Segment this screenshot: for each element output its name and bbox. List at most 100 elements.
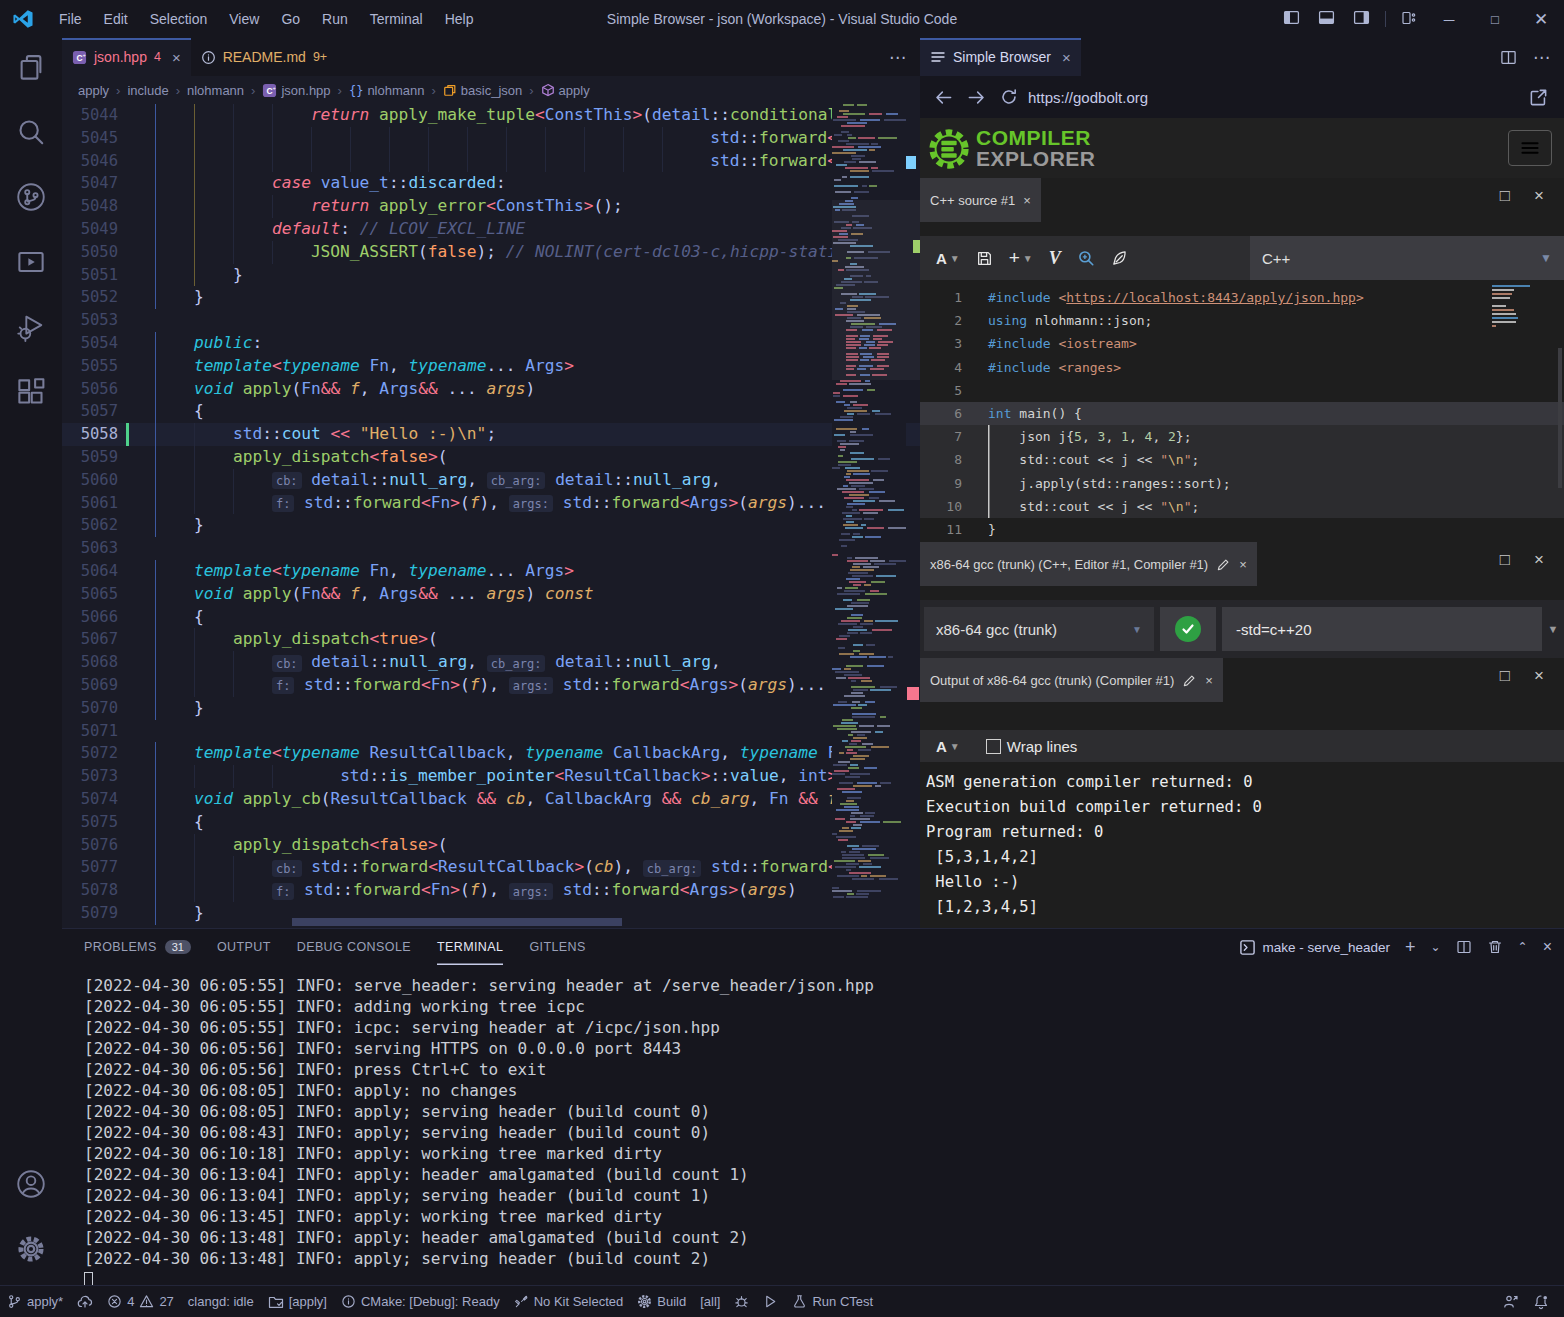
terminal-output[interactable]: [2022-04-30 06:05:55] INFO: serve_header…	[84, 975, 874, 1290]
status-debug-target[interactable]	[727, 1286, 756, 1317]
breadcrumb-item[interactable]: apply	[78, 83, 109, 98]
maximize-icon[interactable]: □	[1500, 186, 1510, 206]
close-panel-icon[interactable]: ×	[1543, 938, 1552, 956]
font-size-tool[interactable]: A▼	[936, 250, 960, 267]
maximize-icon[interactable]: □	[1500, 550, 1510, 570]
debug-icon[interactable]	[0, 298, 62, 356]
status-feedback[interactable]	[1496, 1294, 1526, 1310]
maximize-panel-icon[interactable]: ⌃	[1518, 940, 1528, 954]
code-editor[interactable]: 5044return apply_make_tuple<ConstThis>(d…	[62, 104, 920, 928]
terminal-dropdown-icon[interactable]: ⌄	[1431, 940, 1441, 954]
breadcrumb-item[interactable]: {}nlohmann	[349, 83, 425, 98]
editor-more-actions[interactable]: ⋯	[889, 38, 920, 76]
menu-terminal[interactable]: Terminal	[359, 0, 434, 38]
reload-icon[interactable]	[1000, 88, 1018, 106]
rename-icon[interactable]	[1216, 557, 1231, 572]
close-button[interactable]: ✕	[1518, 0, 1564, 38]
account-icon[interactable]	[0, 1155, 62, 1213]
panel-tab-problems[interactable]: PROBLEMS31	[84, 929, 191, 965]
menu-go[interactable]: Go	[270, 0, 311, 38]
tab-json.hpp[interactable]: C+json.hpp4×	[62, 38, 191, 76]
save-icon[interactable]	[976, 250, 993, 267]
ce-source-editor[interactable]: 1#include <https://localhost:8443/apply/…	[920, 280, 1564, 542]
options-dropdown-icon[interactable]: ▼	[1542, 623, 1564, 635]
source-control-icon[interactable]	[0, 168, 62, 226]
editor-horizontal-scrollbar[interactable]	[292, 918, 622, 926]
status-run-ctest[interactable]: Run CTest	[785, 1286, 880, 1317]
toggle-panel-icon[interactable]	[1318, 9, 1335, 29]
split-editor-icon[interactable]	[1500, 49, 1517, 66]
status-kit-selection[interactable]: No Kit Selected	[507, 1286, 631, 1317]
menu-run[interactable]: Run	[311, 0, 359, 38]
breadcrumb-item[interactable]: basic_json	[443, 83, 522, 98]
close-icon[interactable]: ×	[172, 49, 181, 66]
close-icon[interactable]: ×	[1534, 666, 1544, 686]
ce-source-scrollbar[interactable]	[1558, 348, 1562, 488]
status-launch-target[interactable]	[756, 1286, 785, 1317]
wrap-lines-checkbox[interactable]	[986, 739, 1001, 754]
quick-links-icon[interactable]	[1111, 249, 1129, 267]
forward-icon[interactable]	[967, 88, 986, 107]
close-icon[interactable]: ×	[1062, 49, 1071, 66]
more-actions-icon[interactable]: ⋯	[1533, 47, 1550, 68]
breadcrumb[interactable]: apply›include›nlohmann›C+json.hpp›{}nloh…	[62, 76, 920, 104]
status-active-folder[interactable]: [apply]	[261, 1286, 334, 1317]
rename-icon[interactable]	[1182, 673, 1197, 688]
status-build-target[interactable]: [all]	[693, 1286, 727, 1317]
open-external-icon[interactable]	[1529, 88, 1548, 107]
status-build[interactable]: Build	[630, 1286, 693, 1317]
settings-gear-icon[interactable]	[0, 1220, 62, 1278]
add-pane-tool[interactable]: +▼	[1009, 247, 1033, 269]
zoom-icon[interactable]	[1077, 249, 1095, 267]
breadcrumb-item[interactable]: include	[127, 83, 168, 98]
menu-file[interactable]: File	[48, 0, 93, 38]
close-icon[interactable]: ×	[1205, 673, 1213, 688]
extensions-icon[interactable]	[0, 363, 62, 421]
toggle-secondary-sidebar-icon[interactable]	[1353, 9, 1370, 29]
preview-icon[interactable]	[0, 233, 62, 291]
customize-layout-icon[interactable]	[1401, 10, 1417, 29]
menu-help[interactable]: Help	[434, 0, 485, 38]
status-git-branch[interactable]: apply*	[0, 1286, 70, 1317]
terminal-instance[interactable]: make - serve_header	[1239, 939, 1390, 956]
breadcrumb-item[interactable]: apply	[541, 83, 590, 98]
maximize-icon[interactable]: □	[1500, 666, 1510, 686]
maximize-button[interactable]: □	[1472, 0, 1518, 38]
close-icon[interactable]: ×	[1534, 186, 1544, 206]
vim-mode-tool[interactable]: V	[1049, 248, 1061, 269]
panel-tab-debug-console[interactable]: DEBUG CONSOLE	[297, 929, 411, 965]
compiler-select[interactable]: x86-64 gcc (trunk) ▼	[924, 607, 1154, 651]
hamburger-menu-icon[interactable]	[1508, 130, 1552, 166]
menu-view[interactable]: View	[218, 0, 270, 38]
editor-overview-ruler[interactable]	[906, 104, 920, 928]
close-icon[interactable]: ×	[1534, 550, 1544, 570]
panel-tab-gitlens[interactable]: GITLENS	[529, 929, 585, 965]
split-terminal-icon[interactable]	[1456, 939, 1472, 955]
files-icon[interactable]	[0, 38, 62, 96]
status-notifications[interactable]	[1526, 1294, 1556, 1310]
source-pane-tab[interactable]: C++ source #1 ×	[920, 178, 1041, 222]
language-select[interactable]: C++ ▼	[1250, 236, 1564, 280]
close-icon[interactable]: ×	[1239, 557, 1247, 572]
menu-edit[interactable]: Edit	[93, 0, 139, 38]
output-pane-tab[interactable]: Output of x86-64 gcc (trunk) (Compiler #…	[920, 658, 1223, 702]
breadcrumb-item[interactable]: C+json.hpp	[262, 83, 330, 98]
breadcrumb-item[interactable]: nlohmann	[187, 83, 244, 98]
panel-tab-terminal[interactable]: TERMINAL	[437, 929, 503, 965]
panel-tab-output[interactable]: OUTPUT	[217, 929, 271, 965]
back-icon[interactable]	[934, 88, 953, 107]
url-input[interactable]: https://godbolt.org	[1028, 89, 1515, 106]
menu-selection[interactable]: Selection	[139, 0, 219, 38]
tab-simple-browser[interactable]: Simple Browser ×	[920, 38, 1081, 76]
status-publish[interactable]	[70, 1286, 100, 1317]
search-icon[interactable]	[0, 103, 62, 161]
kill-terminal-icon[interactable]	[1487, 939, 1503, 955]
compiler-options-input[interactable]: -std=c++20	[1222, 607, 1542, 651]
status-errors[interactable]: 427	[100, 1286, 181, 1317]
new-terminal-icon[interactable]: +	[1405, 937, 1416, 958]
font-size-tool[interactable]: A▼	[936, 738, 960, 755]
compiler-pane-tab[interactable]: x86-64 gcc (trunk) (C++, Editor #1, Comp…	[920, 542, 1257, 586]
minimize-button[interactable]: ─	[1426, 0, 1472, 38]
status-cmake-status[interactable]: CMake: [Debug]: Ready	[334, 1286, 507, 1317]
close-icon[interactable]: ×	[1023, 193, 1031, 208]
